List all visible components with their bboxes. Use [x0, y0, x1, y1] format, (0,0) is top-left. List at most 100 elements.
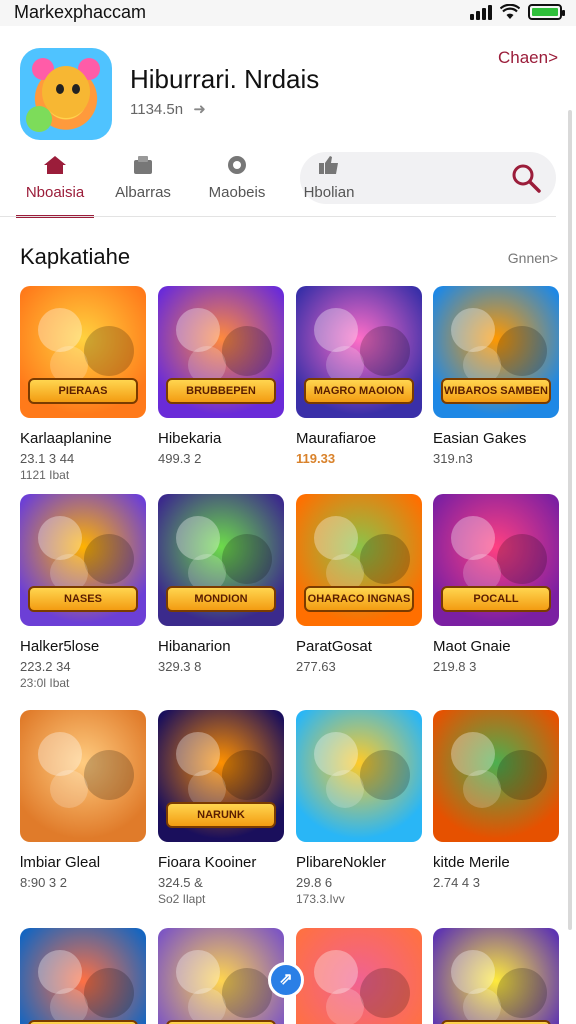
game-card[interactable]	[296, 928, 422, 1024]
game-rating: 8:90 3 2	[20, 875, 67, 890]
game-size: 1121 Ibat	[20, 468, 70, 482]
game-thumbnail[interactable]: BLODABS	[20, 928, 146, 1024]
game-size: 173.3.Ivv	[296, 892, 345, 906]
game-card[interactable]: MONDION Hibanarion 329.3 8	[158, 494, 284, 674]
game-name: Easian Gakes	[433, 430, 527, 447]
game-title-banner: NASES	[28, 586, 138, 612]
game-rating: 2.74 4 3	[433, 875, 480, 890]
tab-label: Albarras	[115, 184, 171, 201]
tab-recommended[interactable]: Hbolian	[294, 148, 364, 218]
game-name: lmbiar Gleal	[20, 854, 101, 871]
battery-icon	[528, 4, 565, 20]
game-thumbnail[interactable]: PIERAAS	[20, 286, 146, 418]
game-rating: 329.3 8	[158, 659, 202, 674]
game-thumbnail[interactable]: SUIMOIOS	[158, 928, 284, 1024]
game-card[interactable]: VISACS	[433, 928, 559, 1024]
game-rating: 499.3 2	[158, 451, 202, 466]
game-rating: 324.5 &	[158, 875, 203, 890]
game-title-banner: PIERAAS	[28, 378, 138, 404]
game-size: So2 Ilapt	[158, 892, 206, 906]
game-name: Hibanarion	[158, 638, 231, 655]
games-icon	[228, 156, 246, 174]
game-title-banner: MONDION	[166, 586, 276, 612]
game-rating: 277.63	[296, 659, 336, 674]
floating-action-button[interactable]: ⇗	[268, 962, 304, 998]
game-title-banner: BLODABS	[28, 1020, 138, 1024]
game-title-banner: POCALL	[441, 586, 551, 612]
game-name: Maurafiaroe	[296, 430, 377, 447]
game-card[interactable]: BRUBBEPEN Hibekaria 499.3 2	[158, 286, 284, 466]
status-bar: Markexphaccam	[0, 0, 576, 26]
status-icons	[470, 3, 565, 20]
game-thumbnail[interactable]	[20, 710, 146, 842]
game-thumbnail[interactable]	[433, 710, 559, 842]
game-name: Karlaaplanine	[20, 430, 112, 447]
game-name: Halker5lose	[20, 638, 100, 655]
game-thumbnail[interactable]: POCALL	[433, 494, 559, 626]
game-card[interactable]: MAGRO MAOION Maurafiaroe 119.33	[296, 286, 422, 466]
game-title-banner: OHARACO INGNAS	[304, 586, 414, 612]
game-card[interactable]: PlibareNokler 29.8 6 173.3.Ivv	[296, 710, 422, 906]
home-icon	[44, 156, 66, 174]
game-name: ParatGosat	[296, 638, 372, 655]
game-thumbnail[interactable]: MONDION	[158, 494, 284, 626]
game-thumbnail[interactable]: MAGRO MAOION	[296, 286, 422, 418]
game-name: Fioara Kooiner	[158, 854, 257, 871]
section-title: Kapkatiahe	[20, 244, 131, 269]
game-rating: 223.2 34	[20, 659, 71, 674]
header-action-link[interactable]: Chaen>	[498, 48, 558, 68]
game-name: PlibareNokler	[296, 854, 387, 871]
app-meta: 1134.5n ➜	[130, 100, 206, 118]
app-meta-text: 1134.5n	[130, 101, 184, 118]
game-size: 23:0l Ibat	[20, 676, 70, 690]
game-title-banner: MAGRO MAOION	[304, 378, 414, 404]
game-thumbnail[interactable]: NASES	[20, 494, 146, 626]
game-rating: 119.33	[296, 451, 336, 466]
game-rating: 29.8 6	[296, 875, 333, 890]
game-name: kitde Merile	[433, 854, 510, 871]
game-thumbnail[interactable]: OHARACO INGNAS	[296, 494, 422, 626]
game-card[interactable]: SUIMOIOS	[158, 928, 284, 1024]
tab-label: Hbolian	[303, 184, 355, 201]
game-card[interactable]: PIERAAS Karlaaplanine 23.1 3 44 1121 Ibat	[20, 286, 146, 482]
game-thumbnail[interactable]: BRUBBEPEN	[158, 286, 284, 418]
thumbs-up-icon	[319, 156, 338, 174]
game-card[interactable]: BLODABS	[20, 928, 146, 1024]
game-card[interactable]: kitde Merile 2.74 4 3	[433, 710, 559, 890]
game-thumbnail[interactable]: WIBAROS SAMBEN	[433, 286, 559, 418]
game-thumbnail[interactable]	[296, 710, 422, 842]
carrier-label: Markexphaccam	[14, 2, 147, 22]
tab-apps[interactable]: Albarras	[108, 148, 178, 218]
scrollbar[interactable]	[568, 110, 572, 930]
tab-label: Nboaisia	[25, 184, 85, 201]
game-title-banner: VISACS	[441, 1020, 551, 1024]
tab-divider	[0, 216, 556, 217]
apps-icon	[134, 156, 152, 174]
tab-home[interactable]: Nboaisia	[16, 148, 94, 218]
game-title-banner: BRUBBEPEN	[166, 378, 276, 404]
game-card[interactable]: NASES Halker5lose 223.2 34 23:0l Ibat	[20, 494, 146, 690]
tab-bar: Nboaisia Albarras Maobeis Hbolian	[0, 148, 576, 218]
game-rating: 319.n3	[433, 451, 473, 466]
game-thumbnail[interactable]: NARUNK	[158, 710, 284, 842]
signal-icon	[470, 4, 492, 20]
game-rating: 219.8 3	[433, 659, 477, 674]
game-title-banner: WIBAROS SAMBEN	[441, 378, 551, 404]
game-card[interactable]: NARUNK Fioara Kooiner 324.5 & So2 Ilapt	[158, 710, 284, 906]
game-card[interactable]: lmbiar Gleal 8:90 3 2	[20, 710, 146, 890]
app-icon[interactable]	[20, 48, 112, 140]
game-name: Hibekaria	[158, 430, 222, 447]
app-title: Hiburrari. Nrdais	[130, 64, 320, 94]
tab-games[interactable]: Maobeis	[200, 148, 274, 218]
game-card[interactable]: OHARACO INGNAS ParatGosat 277.63	[296, 494, 422, 674]
wifi-icon	[499, 3, 521, 20]
game-thumbnail[interactable]	[296, 928, 422, 1024]
game-card[interactable]: WIBAROS SAMBEN Easian Gakes 319.n3	[433, 286, 559, 466]
game-thumbnail[interactable]: VISACS	[433, 928, 559, 1024]
tab-label: Maobeis	[208, 184, 266, 201]
see-all-link[interactable]: Gnnen>	[508, 250, 558, 266]
game-card[interactable]: POCALL Maot Gnaie 219.8 3	[433, 494, 559, 674]
game-rating: 23.1 3 44	[20, 451, 75, 466]
game-name: Maot Gnaie	[433, 638, 511, 655]
share-icon[interactable]: ➜	[193, 100, 206, 118]
